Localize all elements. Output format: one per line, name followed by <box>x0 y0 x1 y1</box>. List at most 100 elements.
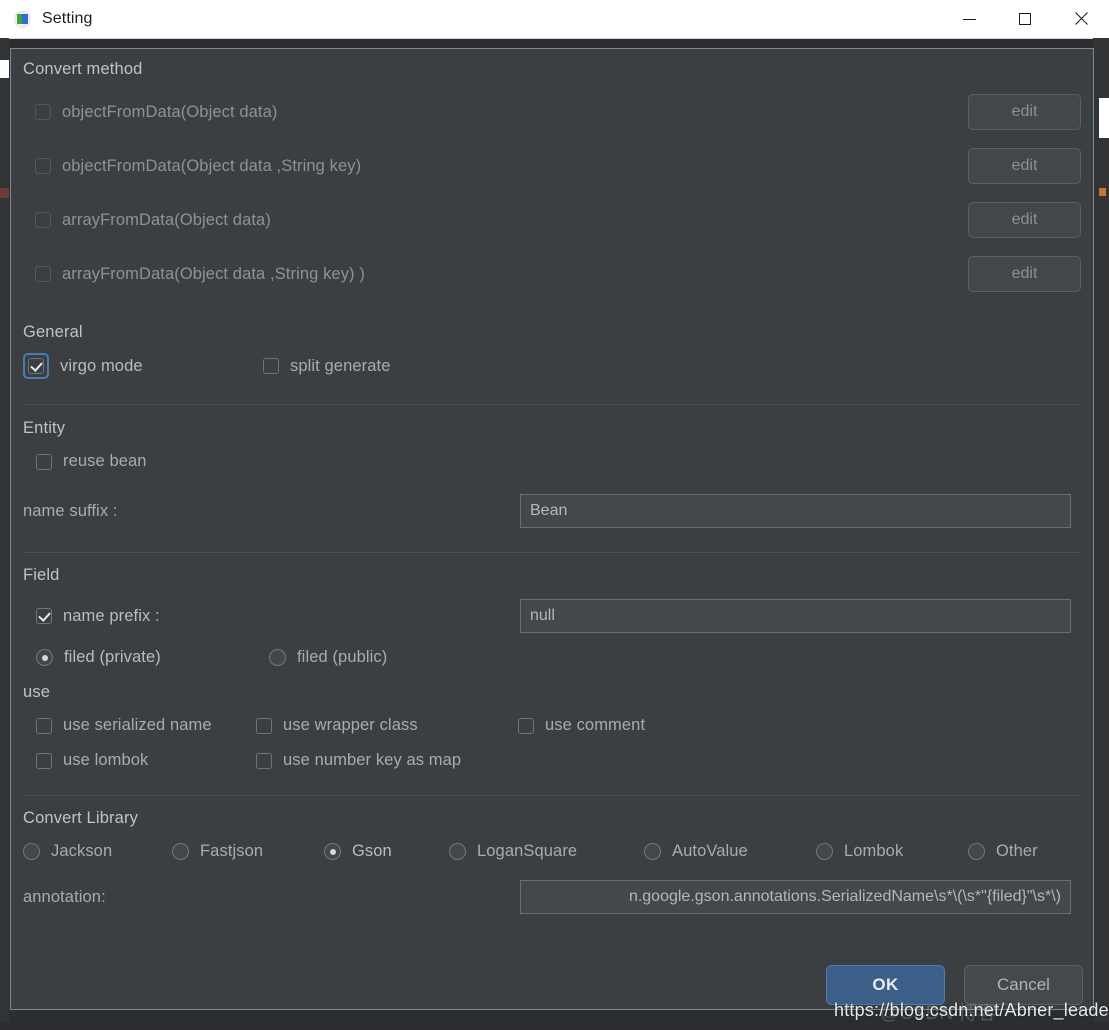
settings-panel-content: Convert method objectFromData(Object dat… <box>11 49 1093 1009</box>
radio-option-gson[interactable]: Gson <box>324 842 449 861</box>
checkbox-virgo-mode-focus[interactable] <box>23 353 49 379</box>
general-option-split-generate[interactable]: split generate <box>263 357 390 376</box>
checkbox-split-generate[interactable] <box>263 358 279 374</box>
convert-method-option-1[interactable]: objectFromData(Object data ,String key) <box>23 157 968 176</box>
convert-method-label: objectFromData(Object data) <box>62 102 278 121</box>
use-option-wrapper-class[interactable]: use wrapper class <box>256 716 518 735</box>
checkbox-use-lombok[interactable] <box>36 752 52 769</box>
radio-option-autovalue[interactable]: AutoValue <box>644 842 816 861</box>
use-option-comment[interactable]: use comment <box>518 716 645 735</box>
settings-panel: Convert method objectFromData(Object dat… <box>10 48 1094 1010</box>
radio-jackson[interactable] <box>23 843 40 860</box>
convert-method-row: objectFromData(Object data) edit <box>23 85 1081 139</box>
convert-method-option-3[interactable]: arrayFromData(Object data ,String key) ) <box>23 265 968 284</box>
close-icon <box>1074 12 1088 26</box>
convert-library-section-title: Convert Library <box>23 809 139 827</box>
filed-public-label: filed (public) <box>297 648 388 666</box>
checkbox-virgo-mode[interactable] <box>28 358 44 374</box>
annotation-input[interactable]: n.google.gson.annotations.SerializedName… <box>520 880 1071 914</box>
radio-gson[interactable] <box>324 843 341 860</box>
convert-library-label: Jackson <box>51 842 113 860</box>
use-section-title: use <box>23 683 51 701</box>
use-option-label: use lombok <box>63 751 149 769</box>
entity-name-suffix-row: name suffix : Bean <box>23 494 1081 528</box>
edit-button-1[interactable]: edit <box>968 148 1081 184</box>
checkbox-name-prefix[interactable] <box>36 608 52 624</box>
radio-fastjson[interactable] <box>172 843 189 860</box>
window-title: Setting <box>42 10 93 27</box>
annotation-row: annotation: n.google.gson.annotations.Se… <box>23 880 1081 914</box>
minimize-button[interactable] <box>941 0 997 38</box>
general-options-row: virgo mode split generate <box>23 353 1081 379</box>
radio-option-other[interactable]: Other <box>968 842 1038 861</box>
window-controls <box>941 0 1109 38</box>
ok-button[interactable]: OK <box>826 965 945 1005</box>
convert-library-label: Fastjson <box>200 842 264 860</box>
general-section-title: General <box>23 323 83 341</box>
radio-lombok[interactable] <box>816 843 833 860</box>
radio-other[interactable] <box>968 843 985 860</box>
use-option-number-key-as-map[interactable]: use number key as map <box>256 751 461 770</box>
radio-logansquare[interactable] <box>449 843 466 860</box>
radio-filed-private[interactable] <box>36 649 53 666</box>
name-prefix-input[interactable]: null <box>520 599 1071 633</box>
convert-method-label: arrayFromData(Object data ,String key) ) <box>62 264 365 283</box>
convert-method-option-2[interactable]: arrayFromData(Object data) <box>23 211 968 230</box>
use-option-label: use comment <box>545 716 646 734</box>
use-option-label: use number key as map <box>283 751 462 769</box>
entity-section-title: Entity <box>23 419 66 437</box>
radio-option-jackson[interactable]: Jackson <box>23 842 172 861</box>
convert-library-options-row: Jackson Fastjson Gson LoganSquare AutoVa… <box>23 842 1081 861</box>
field-option-name-prefix[interactable]: name prefix : <box>23 607 520 626</box>
edit-button-0[interactable]: edit <box>968 94 1081 130</box>
filed-private-label: filed (private) <box>64 648 161 666</box>
radio-option-filed-private[interactable]: filed (private) <box>36 648 269 667</box>
field-name-prefix-row: name prefix : null <box>23 599 1081 633</box>
name-suffix-label: name suffix : <box>23 501 118 520</box>
general-option-label: virgo mode <box>60 356 143 375</box>
use-option-serialized-name[interactable]: use serialized name <box>23 716 256 735</box>
edit-button-2[interactable]: edit <box>968 202 1081 238</box>
general-option-virgo-mode[interactable]: virgo mode <box>23 353 263 379</box>
convert-method-row: arrayFromData(Object data ,String key) )… <box>23 247 1081 301</box>
use-option-lombok[interactable]: use lombok <box>23 751 256 770</box>
convert-method-option-0[interactable]: objectFromData(Object data) <box>23 103 968 122</box>
convert-method-row: arrayFromData(Object data) edit <box>23 193 1081 247</box>
entity-option-reuse-bean[interactable]: reuse bean <box>36 452 1081 471</box>
radio-option-lombok[interactable]: Lombok <box>816 842 968 861</box>
convert-method-section-title: Convert method <box>23 60 143 78</box>
entity-reuse-bean-label: reuse bean <box>63 452 147 470</box>
radio-filed-public[interactable] <box>269 649 286 666</box>
checkbox-object-from-data[interactable] <box>35 104 51 120</box>
checkbox-reuse-bean[interactable] <box>36 453 52 470</box>
radio-option-fastjson[interactable]: Fastjson <box>172 842 324 861</box>
edit-button-3[interactable]: edit <box>968 256 1081 292</box>
checkbox-array-from-data[interactable] <box>35 212 51 228</box>
title-bar-left: Setting <box>0 10 941 28</box>
checkbox-use-wrapper-class[interactable] <box>256 717 272 734</box>
use-option-label: use serialized name <box>63 716 212 734</box>
field-visibility-row: filed (private) filed (public) <box>23 648 1081 667</box>
annotation-label: annotation: <box>23 887 106 906</box>
maximize-icon <box>1019 13 1031 25</box>
checkbox-use-number-key-as-map[interactable] <box>256 752 272 769</box>
checkbox-use-serialized-name[interactable] <box>36 717 52 734</box>
convert-library-label: Gson <box>352 842 392 860</box>
convert-method-label: arrayFromData(Object data) <box>62 210 271 229</box>
radio-option-logansquare[interactable]: LoganSquare <box>449 842 644 861</box>
close-button[interactable] <box>1053 0 1109 38</box>
checkbox-array-from-data-key[interactable] <box>35 266 51 282</box>
radio-option-filed-public[interactable]: filed (public) <box>269 648 387 667</box>
checkbox-object-from-data-key[interactable] <box>35 158 51 174</box>
checkbox-use-comment[interactable] <box>518 717 534 734</box>
field-section-title: Field <box>23 566 60 584</box>
radio-autovalue[interactable] <box>644 843 661 860</box>
name-suffix-input[interactable]: Bean <box>520 494 1071 528</box>
app-icon <box>14 10 31 28</box>
background-strip-left <box>0 38 9 1030</box>
cancel-button[interactable]: Cancel <box>964 965 1083 1005</box>
convert-method-label: objectFromData(Object data ,String key) <box>62 156 362 175</box>
convert-library-label: Lombok <box>844 842 904 860</box>
maximize-button[interactable] <box>997 0 1053 38</box>
title-bar: Setting <box>0 0 1109 39</box>
